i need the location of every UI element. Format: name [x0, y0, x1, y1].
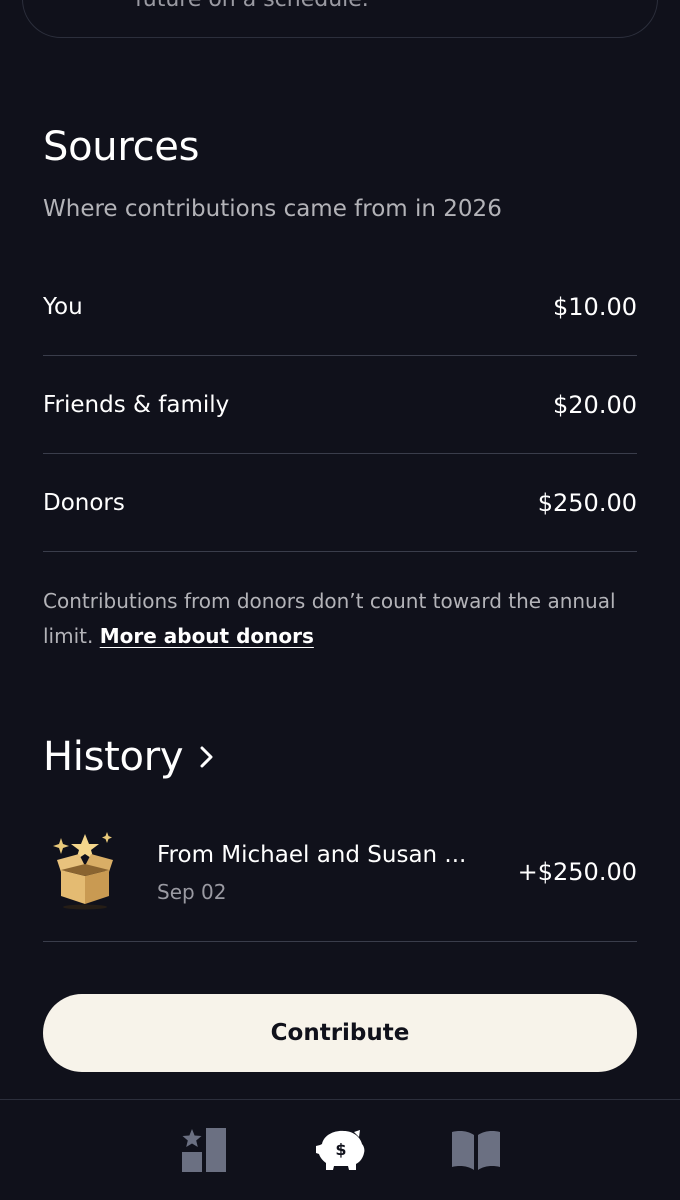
donors-note: Contributions from donors don’t count to…	[43, 584, 623, 654]
history-item-date: Sep 02	[157, 880, 227, 904]
source-amount: $10.00	[553, 292, 637, 321]
summary-card[interactable]: future on a schedule.	[22, 0, 658, 38]
history-header[interactable]: History	[43, 734, 217, 780]
nav-item-goals[interactable]	[176, 1124, 232, 1176]
source-amount: $20.00	[553, 390, 637, 419]
source-row-you: You $10.00	[43, 258, 637, 356]
source-amount: $250.00	[537, 488, 637, 517]
contributions-page: future on a schedule. Sources Where cont…	[0, 0, 680, 1200]
source-label: Friends & family	[43, 391, 230, 418]
source-label: You	[43, 293, 83, 320]
piggy-bank-icon: $	[316, 1130, 365, 1170]
contribute-button[interactable]: Contribute	[43, 994, 637, 1072]
history-item-name: From Michael and Susan ...	[157, 842, 467, 868]
bottom-nav: $	[0, 1099, 680, 1200]
nav-item-savings[interactable]: $	[312, 1124, 368, 1176]
source-label: Donors	[43, 489, 125, 516]
gift-box-icon	[53, 832, 113, 910]
sources-title: Sources	[43, 124, 200, 170]
sources-subtitle: Where contributions came from in 2026	[43, 196, 502, 222]
svg-text:$: $	[335, 1140, 346, 1159]
chevron-right-icon	[200, 746, 213, 768]
source-row-friends-family: Friends & family $20.00	[43, 356, 637, 454]
nav-item-learn[interactable]	[448, 1124, 504, 1176]
more-about-donors-link[interactable]: More about donors	[100, 624, 314, 648]
history-title: History	[43, 734, 184, 780]
history-item[interactable]: From Michael and Susan ... Sep 02 +$250.…	[43, 808, 637, 942]
source-row-donors: Donors $250.00	[43, 454, 637, 552]
goals-icon	[182, 1128, 226, 1172]
summary-card-text: future on a schedule.	[135, 0, 369, 12]
book-icon	[452, 1131, 500, 1170]
history-item-amount: +$250.00	[517, 858, 637, 886]
